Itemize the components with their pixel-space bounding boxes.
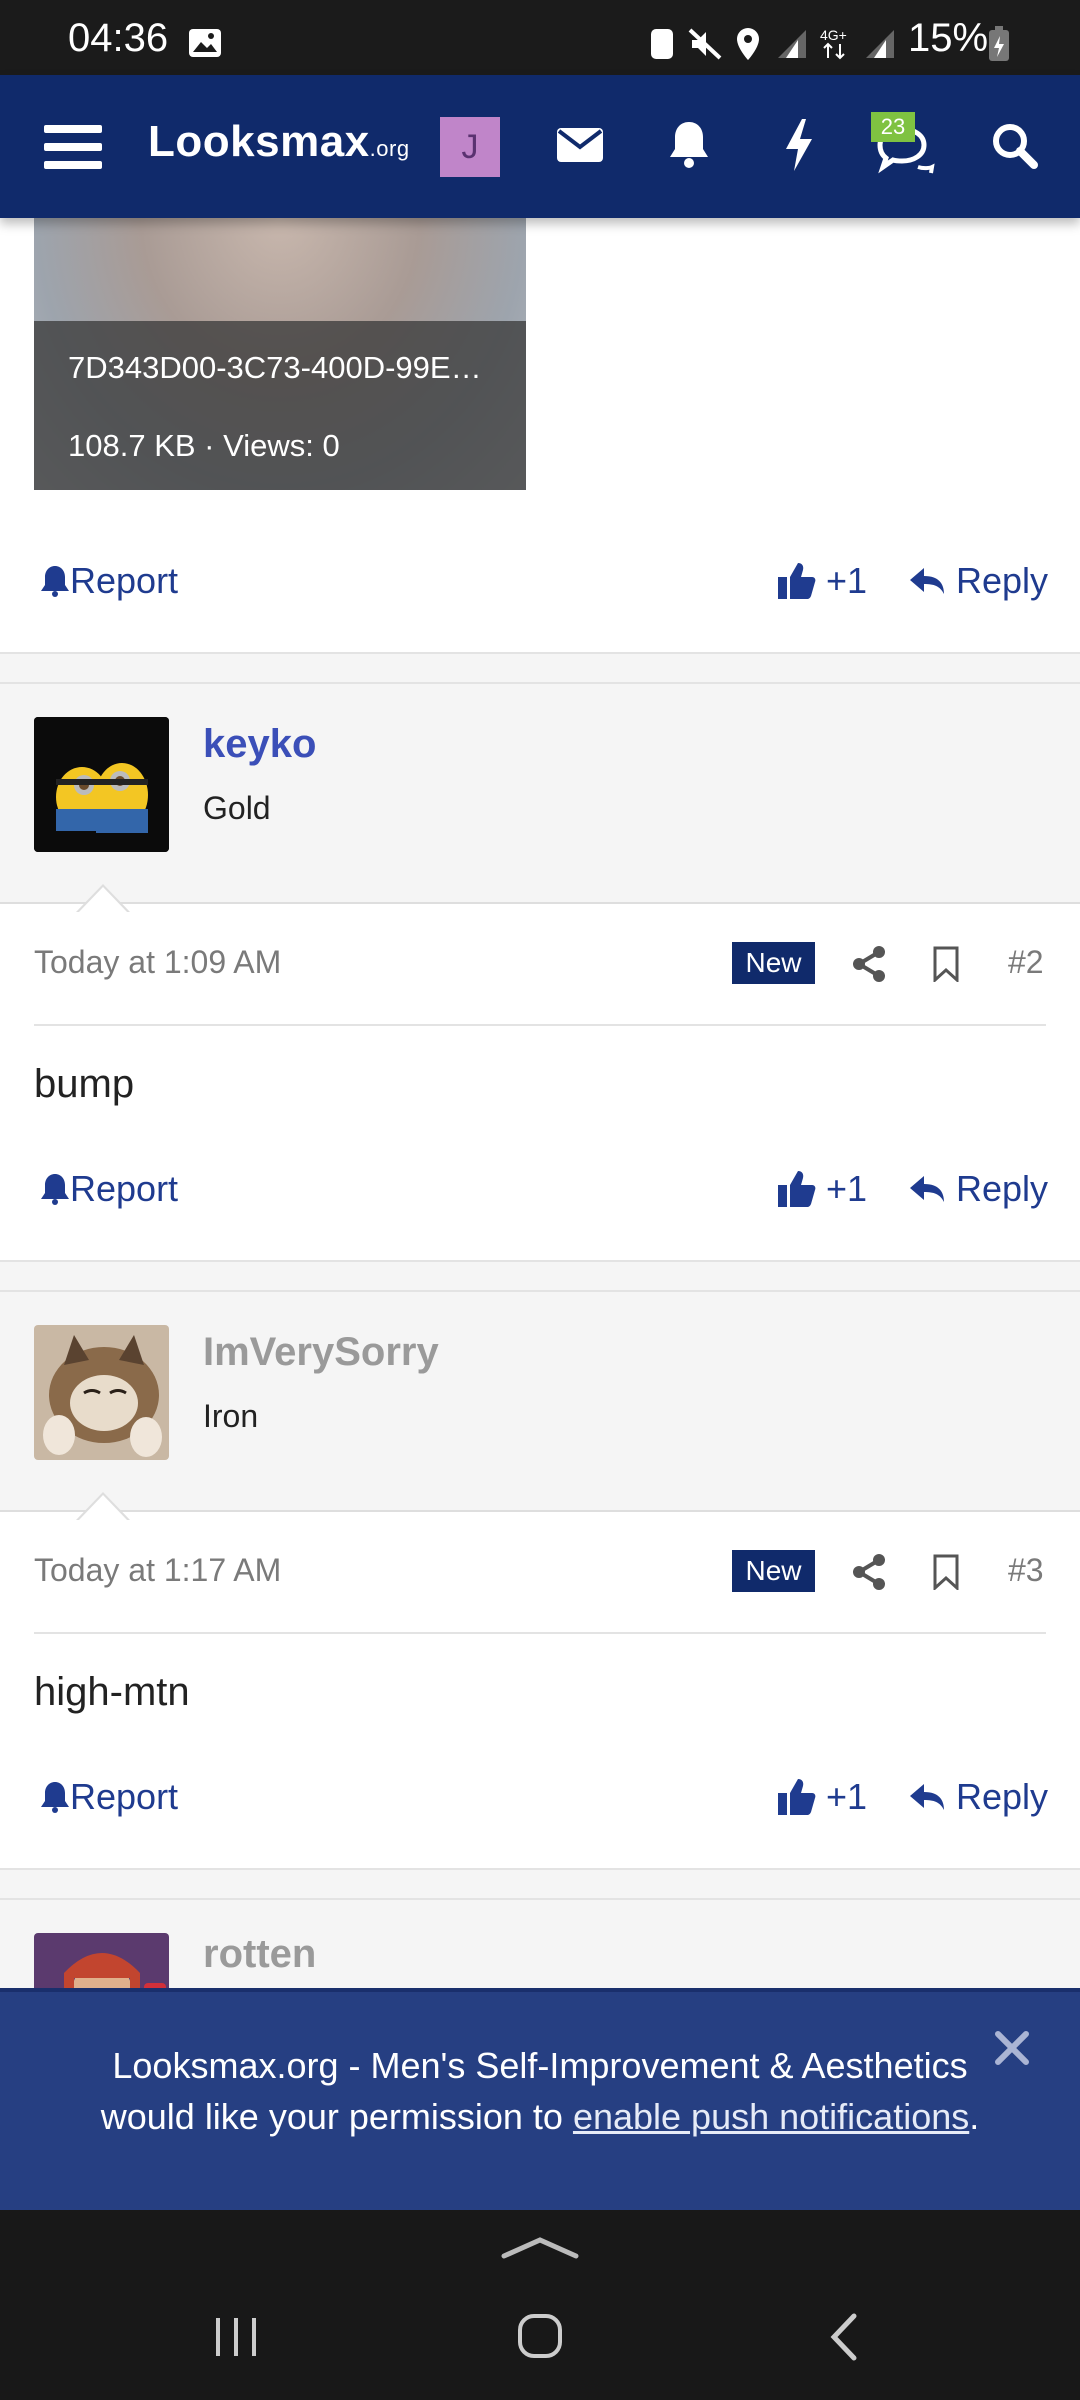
divider — [34, 1024, 1046, 1026]
post-body: high-mtn — [34, 1670, 190, 1714]
search-icon[interactable] — [992, 123, 1038, 169]
report-label: Report — [70, 1776, 179, 1817]
recent-apps-icon[interactable] — [214, 2314, 260, 2360]
post-date[interactable]: Today at 1:09 AM — [34, 944, 281, 981]
report-link[interactable]: Report — [40, 560, 178, 602]
like-button[interactable]: +1 — [778, 560, 867, 602]
bell-icon[interactable] — [668, 119, 710, 169]
attachment-overlay — [34, 321, 526, 490]
attachment-filename: 7D343D00-3C73-400D-99E… — [68, 350, 482, 385]
home-icon[interactable] — [516, 2312, 564, 2360]
post-number[interactable]: #3 — [1008, 1552, 1044, 1589]
status-bar: 04:36 4G+ 15% — [0, 0, 1080, 75]
enable-push-link[interactable]: enable push notifications — [573, 2096, 969, 2137]
bell-icon — [41, 566, 69, 597]
push-permission-text: Looksmax.org - Men's Self-Improvement & … — [0, 2040, 1080, 2142]
post-meta: Today at 1:09 AM New #2 — [0, 904, 1080, 1016]
4g-icon: 4G+ — [820, 27, 847, 60]
conversations-badge: 23 — [871, 112, 915, 142]
top-nav: Looksmax.org J 23 — [0, 75, 1080, 218]
report-label: Report — [70, 560, 179, 601]
reply-link[interactable]: Reply — [910, 1168, 1048, 1210]
push-line-2-prefix: would like your permission to — [100, 2096, 573, 2137]
username[interactable]: ImVerySorry — [203, 1330, 439, 1375]
envelope-icon[interactable] — [556, 125, 604, 165]
thumbs-up-icon — [778, 1779, 816, 1815]
share-icon[interactable] — [852, 946, 886, 982]
post-number[interactable]: #2 — [1008, 944, 1044, 981]
divider — [34, 1632, 1046, 1634]
logo-text: Looksmax — [148, 117, 370, 166]
site-logo[interactable]: Looksmax.org — [148, 117, 410, 167]
post-separator — [0, 1868, 1080, 1900]
chevron-up-icon[interactable] — [500, 2234, 580, 2260]
reply-link[interactable]: Reply — [910, 1776, 1048, 1818]
like-button[interactable]: +1 — [778, 1168, 867, 1210]
post-body: bump — [34, 1062, 135, 1106]
menu-icon[interactable] — [44, 123, 102, 171]
thumbs-up-icon — [778, 1171, 816, 1207]
push-permission-banner: Looksmax.org - Men's Self-Improvement & … — [0, 1988, 1080, 2214]
bell-icon — [41, 1174, 69, 1205]
avatar[interactable] — [34, 717, 169, 852]
share-icon[interactable] — [852, 1554, 886, 1590]
username[interactable]: rotten — [203, 1932, 316, 1977]
reply-icon — [910, 1784, 944, 1810]
reply-label: Reply — [956, 1776, 1049, 1817]
user-rank: Gold — [203, 790, 271, 826]
close-icon[interactable] — [994, 2030, 1030, 2066]
report-label: Report — [70, 1168, 179, 1209]
post-actions: Report +1 Reply — [0, 1150, 1080, 1230]
reply-icon — [910, 568, 944, 594]
new-badge: New — [732, 1550, 815, 1592]
user-rank: Iron — [203, 1398, 259, 1434]
gallery-icon — [189, 29, 221, 57]
svg-text:4G+: 4G+ — [820, 27, 847, 43]
bookmark-icon[interactable] — [932, 1554, 960, 1590]
like-count: +1 — [826, 1776, 868, 1817]
like-button[interactable]: +1 — [778, 1776, 867, 1818]
post-actions: Report +1 Reply — [0, 1758, 1080, 1838]
post-meta: Today at 1:17 AM New #3 — [0, 1512, 1080, 1624]
username[interactable]: keyko — [203, 722, 316, 767]
post-author-block: ImVerySorry Iron — [0, 1292, 1080, 1521]
reply-link[interactable]: Reply — [910, 560, 1048, 602]
battery-percent: 15% — [908, 16, 989, 60]
post-author-block: keyko Gold — [0, 684, 1080, 913]
attachment-thumbnail[interactable]: 7D343D00-3C73-400D-99E… 108.7 KB · Views… — [34, 218, 526, 490]
like-count: +1 — [826, 560, 868, 601]
location-icon — [737, 28, 759, 60]
thumbs-up-icon — [778, 563, 816, 599]
bell-icon — [41, 1782, 69, 1813]
avatar[interactable] — [34, 1325, 169, 1460]
kitten-avatar-image — [34, 1325, 169, 1460]
logo-suffix: .org — [369, 136, 410, 161]
signal-2-icon — [866, 30, 894, 58]
signal-icon — [778, 30, 806, 58]
post-actions: Report +1 Reply — [0, 542, 1080, 622]
post-separator — [0, 1260, 1080, 1292]
new-badge: New — [732, 942, 815, 984]
reply-label: Reply — [956, 1168, 1049, 1209]
report-link[interactable]: Report — [40, 1776, 178, 1818]
battery-icon — [989, 26, 1009, 61]
nfc-icon — [651, 29, 673, 59]
push-line-1: Looksmax.org - Men's Self-Improvement & … — [112, 2045, 968, 2086]
mute-icon — [688, 28, 722, 60]
reply-icon — [910, 1176, 944, 1202]
minions-avatar-image — [34, 717, 169, 852]
like-count: +1 — [826, 1168, 868, 1209]
post-separator — [0, 652, 1080, 684]
status-time: 04:36 — [68, 16, 169, 60]
reply-label: Reply — [956, 560, 1049, 601]
back-icon[interactable] — [826, 2312, 860, 2362]
lightning-icon[interactable] — [782, 119, 816, 171]
account-avatar[interactable]: J — [440, 117, 500, 177]
bookmark-icon[interactable] — [932, 946, 960, 982]
attachment-meta: 108.7 KB · Views: 0 — [68, 428, 340, 463]
post-date[interactable]: Today at 1:17 AM — [34, 1552, 281, 1589]
report-link[interactable]: Report — [40, 1168, 178, 1210]
push-line-2-suffix: . — [969, 2096, 980, 2137]
system-navigation-bar — [0, 2210, 1080, 2400]
